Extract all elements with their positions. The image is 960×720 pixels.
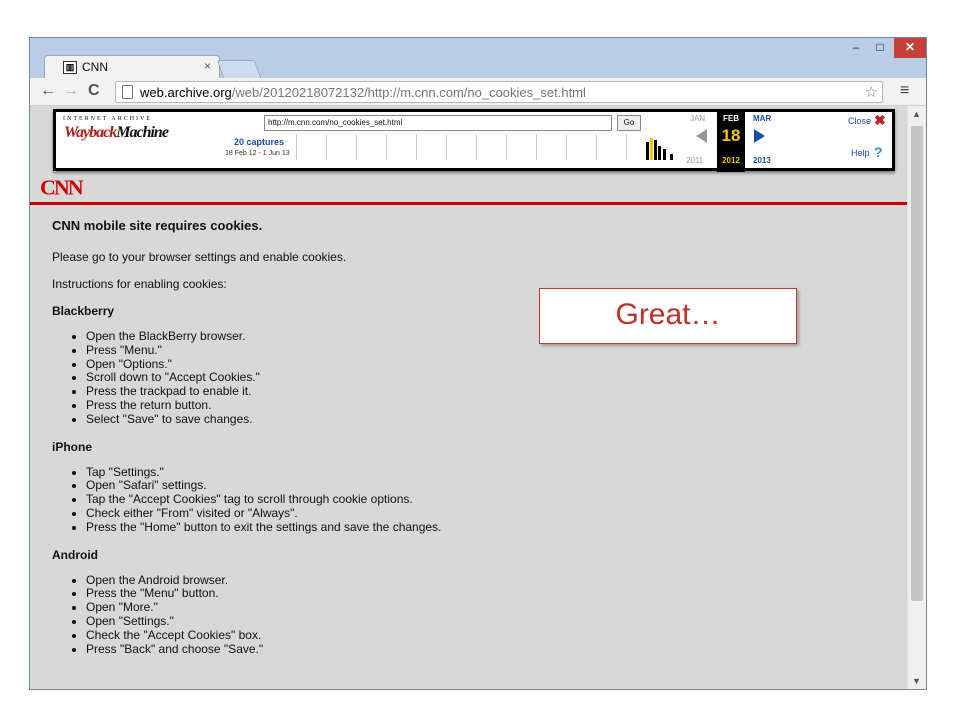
captures-link[interactable]: 20 captures: [234, 137, 284, 147]
list-item: Press the return button.: [86, 398, 892, 413]
histogram-bar: [663, 149, 666, 160]
prev-capture-arrow-icon[interactable]: [696, 129, 707, 143]
forward-arrow-icon[interactable]: →: [63, 82, 79, 100]
tab-cnn[interactable]: ▥ CNN ×: [44, 55, 220, 79]
timeline-tick: [476, 134, 477, 160]
scroll-down-icon[interactable]: ▼: [912, 676, 921, 686]
tab-close-icon[interactable]: ×: [204, 59, 211, 73]
timeline-tick: [596, 134, 597, 160]
wayback-url-input[interactable]: http://m.cnn.com/no_cookies_set.html: [264, 115, 612, 131]
timeline-tick: [626, 134, 627, 160]
month-next[interactable]: MAR: [753, 114, 771, 123]
timeline-tick: [446, 134, 447, 160]
close-x-icon[interactable]: ✖: [874, 112, 886, 129]
address-bar[interactable]: web.archive.org/web/20120218072132/http:…: [115, 81, 883, 103]
bookmark-star-icon[interactable]: ☆: [865, 83, 878, 101]
month-prev: JAN: [690, 114, 706, 123]
year-prev[interactable]: 2011: [686, 156, 703, 165]
list-item: Press "Menu.": [86, 343, 892, 358]
page-content: CNN mobile site requires cookies. Please…: [52, 218, 892, 669]
list-item: Press the "Menu" button.: [86, 587, 892, 601]
internet-archive-label: INTERNET ARCHIVE: [63, 116, 153, 122]
timeline-tick: [326, 134, 327, 160]
histogram-bar: [654, 140, 657, 160]
chrome-menu-icon[interactable]: ≡: [900, 82, 909, 100]
section-heading-android: Android: [52, 547, 98, 562]
iphone-steps: Tap "Settings." Open "Safari" settings. …: [86, 465, 892, 535]
page-icon: [122, 85, 133, 99]
timeline-tick: [416, 134, 417, 160]
timeline-tick: [356, 134, 357, 160]
new-tab-button[interactable]: [216, 60, 262, 78]
list-item: Tap the "Accept Cookies" tag to scroll t…: [86, 492, 892, 507]
next-capture-arrow-icon[interactable]: [754, 129, 765, 143]
list-item: Check either "From" visited or "Always".: [86, 506, 892, 521]
blackberry-steps: Open the BlackBerry browser. Press "Menu…: [86, 329, 892, 427]
scroll-up-icon[interactable]: ▲: [912, 109, 921, 119]
list-item: Open "More.": [86, 600, 892, 615]
wayback-help-link[interactable]: Help: [851, 148, 870, 158]
capture-range: 18 Feb 12 - 1 Jun 13: [225, 150, 290, 157]
wayback-toolbar: INTERNET ARCHIVE WaybackMachine http://m…: [53, 109, 895, 172]
annotation-callout: Great…: [539, 288, 797, 344]
timeline-tick: [386, 134, 387, 160]
page-viewport: INTERNET ARCHIVE WaybackMachine http://m…: [30, 106, 926, 689]
list-item: Open "Settings.": [86, 614, 892, 629]
timeline-tick: [566, 134, 567, 160]
month-current: FEB: [723, 114, 739, 123]
page-title: CNN mobile site requires cookies.: [52, 218, 263, 233]
reload-icon[interactable]: C: [88, 82, 100, 100]
timeline-tick: [296, 134, 297, 160]
year-next[interactable]: 2013: [753, 156, 771, 165]
back-arrow-icon[interactable]: ←: [40, 82, 56, 100]
tab-title: CNN: [82, 60, 108, 74]
browser-toolbar: ← → C web.archive.org/web/20120218072132…: [30, 78, 926, 106]
intro-text: Please go to your browser settings and e…: [52, 250, 347, 264]
list-item: Press "Back" and choose "Save.": [86, 642, 892, 657]
scroll-thumb[interactable]: [911, 126, 923, 601]
maximize-button[interactable]: □: [868, 38, 892, 58]
wayback-go-button[interactable]: Go: [617, 115, 641, 131]
vertical-scrollbar[interactable]: ▲ ▼: [907, 106, 926, 689]
wayback-close-link[interactable]: Close: [848, 116, 871, 126]
histogram-bar-selected: [650, 138, 653, 160]
histogram-bar: [646, 142, 649, 160]
histogram-bar: [670, 154, 673, 160]
list-item: Open "Options.": [86, 357, 892, 372]
list-item: Press the trackpad to enable it.: [86, 384, 892, 399]
day-current: 18: [721, 126, 741, 145]
title-bar: ▥ CNN × ‒ □ ✕: [30, 38, 926, 79]
list-item: Check the "Accept Cookies" box.: [86, 628, 892, 643]
current-capture-box: FEB 18 2012: [717, 112, 745, 172]
window-close-button[interactable]: ✕: [894, 38, 926, 58]
browser-window: ▥ CNN × ‒ □ ✕ ← → C web.archive.org/web/…: [29, 37, 927, 690]
cnn-logo[interactable]: CNN: [40, 176, 84, 201]
list-item: Scroll down to "Accept Cookies.": [86, 371, 892, 385]
histogram-bar: [658, 146, 661, 160]
header-divider: [30, 202, 907, 205]
wayback-logo[interactable]: WaybackMachine: [64, 124, 169, 142]
list-item: Open "Safari" settings.: [86, 479, 892, 493]
minimize-button[interactable]: ‒: [845, 38, 867, 58]
list-item: Open the Android browser.: [86, 573, 892, 588]
timeline-tick: [506, 134, 507, 160]
url-text[interactable]: web.archive.org/web/20120218072132/http:…: [140, 85, 586, 100]
timeline-tick: [536, 134, 537, 160]
capture-histogram[interactable]: [646, 138, 676, 160]
list-item: Select "Save" to save changes.: [86, 412, 892, 427]
list-item: Tap "Settings.": [86, 465, 892, 480]
android-steps: Open the Android browser. Press the "Men…: [86, 573, 892, 657]
cnn-favicon-icon: ▥: [63, 61, 77, 74]
year-current: 2012: [722, 156, 740, 165]
list-item: Press the "Home" button to exit the sett…: [86, 520, 892, 535]
section-heading-iphone: iPhone: [52, 439, 93, 454]
help-question-icon[interactable]: ?: [874, 144, 883, 160]
